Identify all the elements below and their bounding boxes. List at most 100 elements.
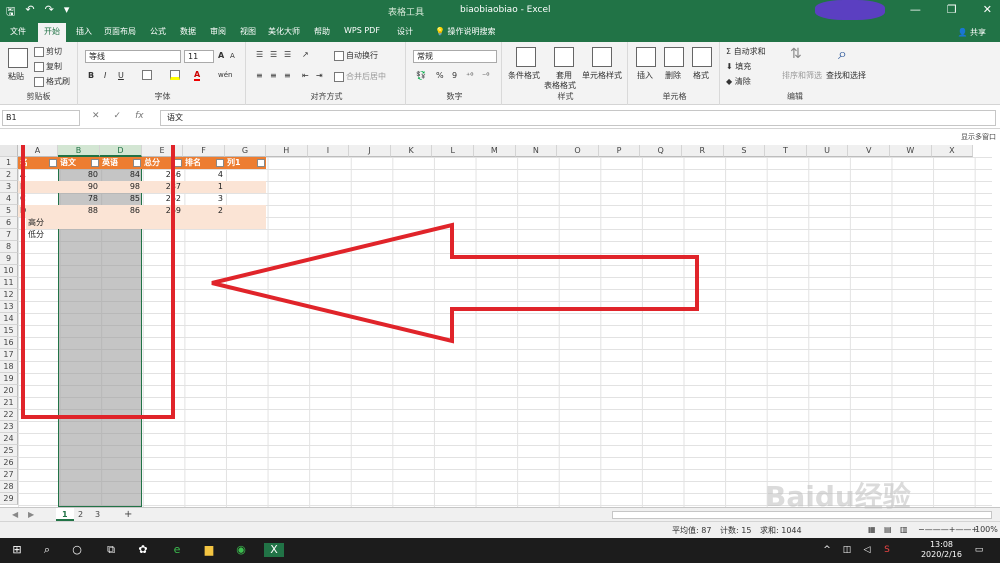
shrink-font-button[interactable]: A (230, 52, 235, 60)
align-bottom-icon[interactable]: ☰ (284, 50, 291, 59)
system-clock[interactable]: 13:08 2020/2/16 (921, 540, 962, 560)
outdent-icon[interactable]: ⇥ (316, 71, 323, 80)
windows-start-icon[interactable]: ⊞ (10, 543, 24, 557)
cancel-entry-icon[interactable]: ✕ (92, 111, 100, 121)
magnifier-icon[interactable]: ⌕ (838, 44, 847, 64)
conditional-format-button[interactable]: 条件格式 (508, 70, 540, 81)
network-icon[interactable]: ◫ (840, 543, 854, 557)
grow-font-button[interactable]: A (218, 51, 224, 60)
currency-icon[interactable]: 💱 (416, 71, 426, 80)
notification-icon[interactable]: ▭ (972, 543, 986, 557)
align-top-icon[interactable]: ☰ (256, 50, 263, 59)
align-middle-icon[interactable]: ☰ (270, 50, 277, 59)
folder-icon[interactable]: ▆ (202, 543, 216, 557)
underline-button[interactable]: U (118, 71, 124, 80)
minimize-button[interactable]: — (910, 3, 921, 16)
table-format-button-bottom[interactable]: 表格格式 (544, 80, 576, 91)
paste-button[interactable]: 粘贴 (8, 71, 24, 82)
tab-help[interactable]: 帮助 (314, 26, 330, 37)
tell-me-search[interactable]: 💡 操作说明搜索 (435, 26, 496, 37)
fill-color-button[interactable] (170, 70, 182, 80)
comma-button[interactable]: 9 (452, 71, 457, 80)
format-cells-button[interactable]: 格式 (693, 70, 709, 81)
tab-home[interactable]: 开始 (38, 23, 66, 42)
cut-button[interactable]: 剪切 (34, 46, 62, 57)
insert-function-icon[interactable]: fx (135, 111, 144, 121)
font-size-select[interactable]: 11 (184, 50, 214, 63)
show-multiple-windows[interactable]: 显示多窗口 (961, 132, 996, 142)
tab-formulas[interactable]: 公式 (150, 26, 166, 37)
undo-icon[interactable]: ↶ (25, 3, 34, 22)
italic-button[interactable]: I (104, 71, 106, 80)
tray-up-icon[interactable]: ^ (820, 543, 834, 557)
align-right-icon[interactable]: ≡ (284, 71, 291, 80)
paste-icon[interactable] (8, 48, 28, 68)
sort-filter-icon[interactable]: ⇅ (790, 46, 802, 62)
fill-button[interactable]: ⬇ 填充 (726, 61, 751, 72)
sheet-tab-3[interactable]: 3 (89, 508, 106, 521)
phonetic-button[interactable]: wén (218, 71, 232, 79)
next-sheet-icon[interactable]: ▶ (22, 508, 40, 521)
wechat-icon[interactable]: ◉ (234, 543, 248, 557)
restore-button[interactable]: ❐ (947, 3, 957, 16)
task-view-icon[interactable]: ⧉ (104, 543, 118, 557)
tab-review[interactable]: 审阅 (210, 26, 226, 37)
add-sheet-button[interactable]: + (118, 508, 138, 521)
increase-decimal-icon[interactable]: ⁺⁰ (466, 71, 473, 80)
page-layout-view-icon[interactable]: ▤ (884, 525, 892, 534)
tab-data[interactable]: 数据 (180, 26, 196, 37)
zoom-slider[interactable]: −———+——+ (918, 525, 978, 534)
find-select-button[interactable]: 查找和选择 (826, 70, 866, 81)
indent-icon[interactable]: ⇤ (302, 71, 309, 80)
cell-styles-icon[interactable] (592, 47, 612, 67)
insert-cells-icon[interactable] (636, 47, 656, 67)
tab-design[interactable]: 设计 (397, 26, 413, 37)
share-button[interactable]: 👤 共享 (957, 27, 986, 38)
wrap-text-button[interactable]: 自动换行 (334, 50, 378, 61)
merge-center-button[interactable]: 合并后居中 (334, 71, 386, 82)
orientation-icon[interactable]: ↗ (302, 50, 309, 59)
copy-button[interactable]: 复制 (34, 61, 62, 72)
browser-icon[interactable]: e (170, 543, 184, 557)
customize-qat-icon[interactable]: ▾ (64, 3, 70, 22)
worksheet-grid[interactable]: ABDEFGHIJKLMNOPQRSTUVWX 1 2 3 4 5 6 7 8 9 10 11 12 1… (0, 145, 992, 507)
app-pinwheel-icon[interactable]: ✿ (136, 543, 150, 557)
volume-icon[interactable]: ◁ (860, 543, 874, 557)
tab-view[interactable]: 视图 (240, 26, 256, 37)
sheet-tab-2[interactable]: 2 (72, 508, 89, 521)
search-icon[interactable]: ⌕ (40, 543, 54, 557)
align-left-icon[interactable]: ≡ (256, 71, 263, 80)
bold-button[interactable]: B (88, 71, 94, 80)
excel-taskbar-icon[interactable]: X (264, 543, 284, 557)
font-color-button[interactable]: A (194, 70, 201, 81)
font-name-select[interactable]: 等线 (85, 50, 181, 63)
confirm-entry-icon[interactable]: ✓ (114, 111, 122, 121)
tab-wps-pdf[interactable]: WPS PDF (344, 26, 380, 35)
number-format-select[interactable]: 常规 (413, 50, 497, 63)
cortana-icon[interactable]: ○ (70, 543, 84, 557)
autosum-button[interactable]: Σ 自动求和 (726, 46, 766, 57)
border-button[interactable] (142, 70, 154, 80)
autosave-icon[interactable]: 🖫 (6, 3, 15, 22)
sheet-tab-1[interactable]: 1 (56, 508, 74, 521)
redo-icon[interactable]: ↷ (45, 3, 54, 22)
tab-insert[interactable]: 插入 (76, 26, 92, 37)
tab-file[interactable]: 文件 (10, 26, 26, 37)
sort-filter-button[interactable]: 排序和筛选 (782, 70, 822, 81)
tab-page-layout[interactable]: 页面布局 (104, 26, 136, 37)
cell-styles-button[interactable]: 单元格样式 (582, 70, 622, 81)
format-cells-icon[interactable] (692, 47, 712, 67)
conditional-format-icon[interactable] (516, 47, 536, 67)
decrease-decimal-icon[interactable]: ⁻⁰ (482, 71, 489, 80)
insert-cells-button[interactable]: 插入 (637, 70, 653, 81)
zoom-level[interactable]: 100% (975, 525, 998, 534)
close-button[interactable]: ✕ (983, 3, 992, 16)
formula-input[interactable]: 语文 (160, 110, 996, 126)
tab-beautify[interactable]: 美化大师 (268, 26, 300, 37)
normal-view-icon[interactable]: ▦ (868, 525, 876, 534)
percent-button[interactable]: % (436, 71, 444, 80)
table-format-icon[interactable] (554, 47, 574, 67)
align-center-icon[interactable]: ≡ (270, 71, 277, 80)
page-break-view-icon[interactable]: ▥ (900, 525, 908, 534)
format-painter-button[interactable]: 格式刷 (34, 76, 70, 87)
